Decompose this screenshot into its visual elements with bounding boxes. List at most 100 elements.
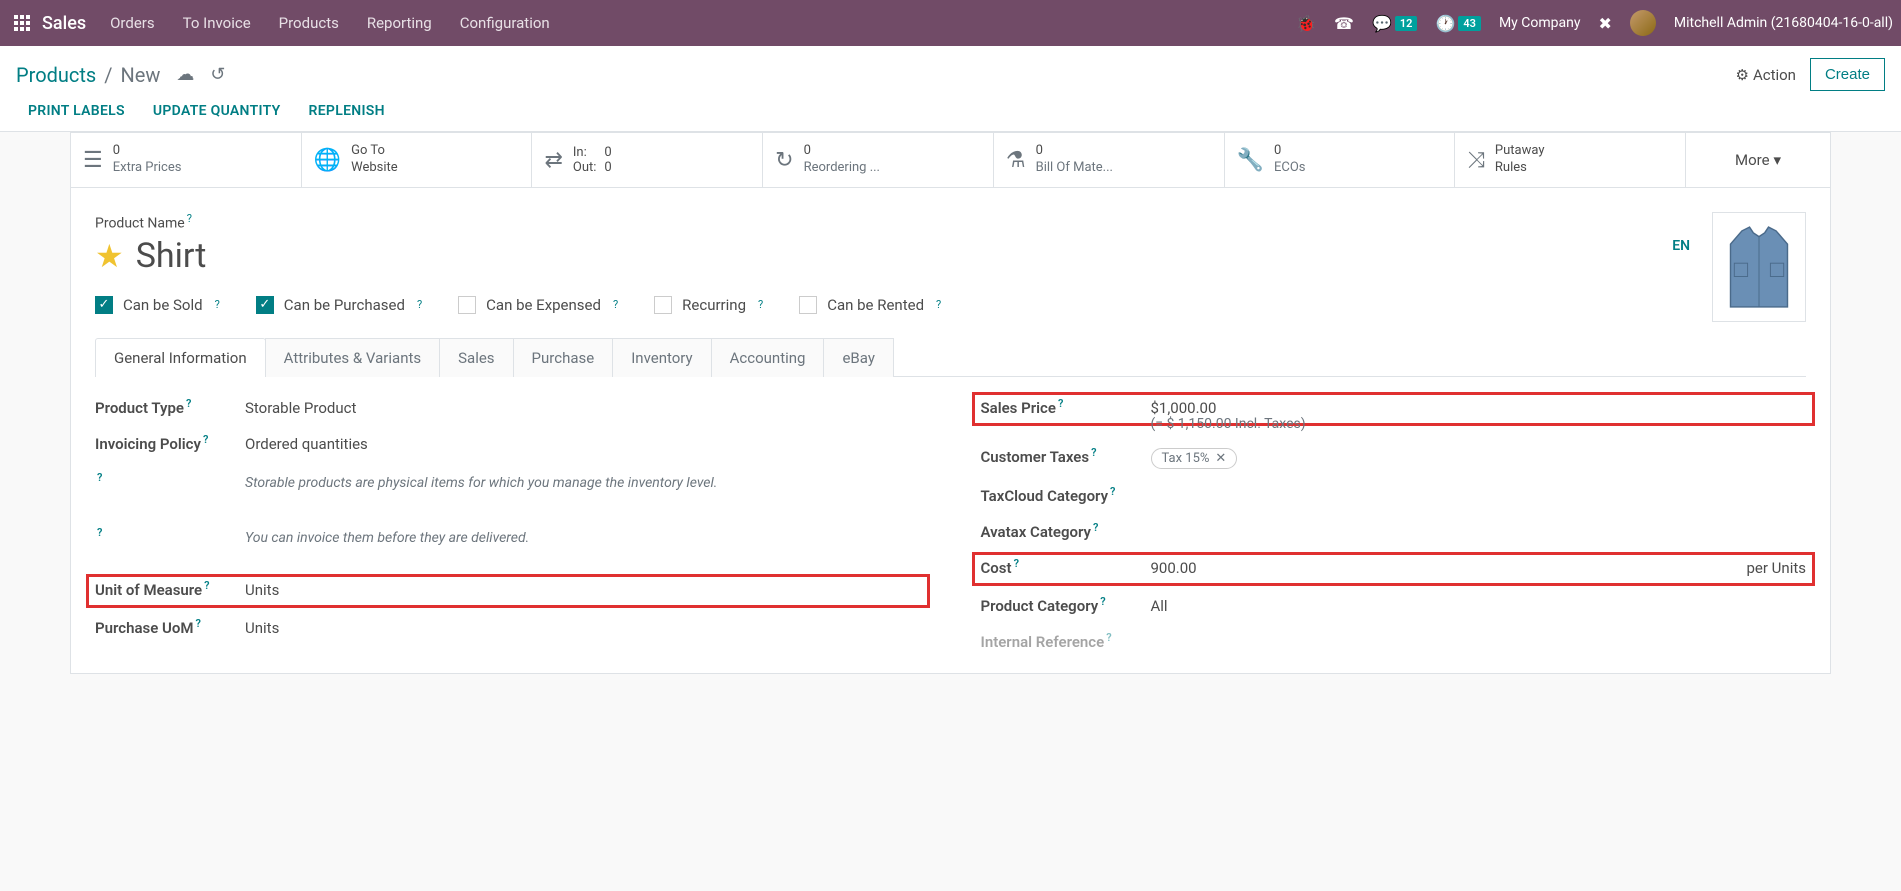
help-icon[interactable]: ? — [417, 298, 422, 311]
help-icon[interactable]: ? — [613, 298, 618, 311]
more-label: More — [1735, 151, 1770, 169]
help-icon[interactable]: ? — [1100, 595, 1105, 608]
opt-can-be-sold[interactable]: ✓Can be Sold? — [95, 296, 220, 314]
opt-can-be-rented[interactable]: Can be Rented? — [799, 296, 941, 314]
stat-reordering[interactable]: ↻ 0Reordering ... — [763, 133, 994, 187]
help-icon[interactable]: ? — [936, 298, 941, 311]
stat-inout[interactable]: ⇄ In:0 Out:0 — [532, 133, 763, 187]
cp-buttons: ⚙Action Create — [1735, 58, 1885, 91]
avatax-label: Avatax Category — [981, 523, 1092, 541]
print-labels-button[interactable]: PRINT LABELS — [28, 103, 125, 119]
nav-orders[interactable]: Orders — [110, 14, 155, 32]
stat-ecos[interactable]: 🔧 0ECOs — [1225, 133, 1456, 187]
tab-attributes-variants[interactable]: Attributes & Variants — [265, 338, 440, 377]
messages-indicator[interactable]: 💬12 — [1372, 14, 1418, 33]
help-icon[interactable]: ? — [215, 298, 220, 311]
stat-putaway[interactable]: ⤨ PutawayRules — [1455, 133, 1686, 187]
stat-extra-prices[interactable]: ☰ 0Extra Prices — [71, 133, 302, 187]
help-icon[interactable]: ? — [195, 617, 200, 630]
cost-value[interactable]: 900.00 — [1151, 559, 1677, 577]
topbar-right: 🐞 ☎ 💬12 🕐43 My Company ✖ Mitchell Admin … — [1296, 10, 1893, 36]
user-name[interactable]: Mitchell Admin (21680404-16-0-all) — [1674, 15, 1893, 31]
lang-badge[interactable]: EN — [1672, 238, 1690, 254]
product-image[interactable] — [1712, 212, 1806, 322]
action-button[interactable]: ⚙Action — [1735, 66, 1795, 84]
tab-accounting[interactable]: Accounting — [711, 338, 825, 377]
shirt-icon — [1721, 221, 1797, 313]
customer-taxes-value[interactable]: Tax 15%✕ — [1151, 448, 1807, 469]
bom-val: 0 — [1036, 143, 1113, 160]
avatar[interactable] — [1630, 10, 1656, 36]
help-icon[interactable]: ? — [186, 397, 191, 410]
help-icon[interactable]: ? — [1091, 446, 1096, 459]
field-invoicing-policy: Invoicing Policy? Ordered quantities — [95, 433, 921, 453]
update-quantity-button[interactable]: UPDATE QUANTITY — [153, 103, 281, 119]
more-button[interactable]: More▾ — [1686, 133, 1830, 187]
name-row: ★ Shirt — [95, 236, 1806, 276]
activities-indicator[interactable]: 🕐43 — [1435, 14, 1481, 33]
help-icon[interactable]: ? — [187, 212, 192, 225]
help-icon[interactable]: ? — [1110, 485, 1115, 498]
exchange-icon: ⇄ — [544, 148, 562, 173]
stat-website[interactable]: 🌐 Go ToWebsite — [302, 133, 533, 187]
gear-icon: ⚙ — [1735, 66, 1748, 84]
field-uom: Unit of Measure? Units — [95, 579, 921, 599]
breadcrumb-products[interactable]: Products — [16, 63, 96, 87]
nav-reporting[interactable]: Reporting — [367, 14, 432, 32]
form-sheet: Product Name? ★ Shirt EN ✓Can be Sold? ✓… — [70, 187, 1831, 674]
discard-icon[interactable]: ↺ — [210, 64, 225, 85]
help-icon[interactable]: ? — [204, 579, 209, 592]
tax-tag[interactable]: Tax 15%✕ — [1151, 448, 1238, 469]
replenish-button[interactable]: REPLENISH — [309, 103, 385, 119]
company-name[interactable]: My Company — [1499, 15, 1581, 31]
help-icon[interactable]: ? — [758, 298, 763, 311]
favorite-star-icon[interactable]: ★ — [95, 237, 124, 275]
nav-products[interactable]: Products — [279, 14, 339, 32]
invoicing-label: Invoicing Policy — [95, 435, 201, 453]
stat-bom[interactable]: ⚗ 0Bill Of Mate... — [994, 133, 1225, 187]
sales-price-label: Sales Price — [981, 399, 1056, 417]
tab-inventory[interactable]: Inventory — [612, 338, 711, 377]
product-type-value[interactable]: Storable Product — [245, 399, 921, 417]
msg-badge: 12 — [1395, 16, 1418, 31]
topbar: Sales Orders To Invoice Products Reporti… — [0, 0, 1901, 46]
create-button[interactable]: Create — [1810, 58, 1885, 91]
help-icon[interactable]: ? — [97, 471, 102, 484]
help-icon[interactable]: ? — [1014, 557, 1019, 570]
button-box: ☰ 0Extra Prices 🌐 Go ToWebsite ⇄ In:0 Ou… — [70, 132, 1831, 187]
close-icon[interactable]: ✕ — [1215, 451, 1226, 466]
nav-configuration[interactable]: Configuration — [460, 14, 550, 32]
invoicing-value[interactable]: Ordered quantities — [245, 435, 921, 453]
field-avatax: Avatax Category? — [981, 521, 1807, 541]
cloud-save-icon[interactable]: ☁ — [176, 64, 194, 85]
help-icon[interactable]: ? — [97, 526, 102, 539]
sales-price-value[interactable]: $1,000.00 — [1151, 399, 1807, 417]
tools-icon[interactable]: ✖ — [1598, 14, 1611, 33]
category-value[interactable]: All — [1151, 597, 1807, 615]
purchase-uom-value[interactable]: Units — [245, 619, 921, 637]
bug-icon[interactable]: 🐞 — [1296, 14, 1316, 33]
help-icon[interactable]: ? — [1093, 521, 1098, 534]
help-icon[interactable]: ? — [203, 433, 208, 446]
brand-label[interactable]: Sales — [42, 13, 86, 34]
nav-to-invoice[interactable]: To Invoice — [183, 14, 251, 32]
uom-value[interactable]: Units — [245, 581, 921, 599]
tab-general-information[interactable]: General Information — [95, 338, 266, 377]
opt-can-be-purchased[interactable]: ✓Can be Purchased? — [256, 296, 422, 314]
control-panel: Products / New ☁ ↺ ⚙Action Create PRINT … — [0, 46, 1901, 132]
help-icon[interactable]: ? — [1106, 631, 1111, 644]
in-label: In: — [573, 145, 587, 160]
tab-sales[interactable]: Sales — [439, 338, 513, 377]
support-icon[interactable]: ☎ — [1334, 14, 1354, 33]
opt-recurring-label: Recurring — [682, 296, 746, 314]
opt-recurring[interactable]: Recurring? — [654, 296, 763, 314]
tab-ebay[interactable]: eBay — [823, 338, 893, 377]
opt-can-be-expensed[interactable]: Can be Expensed? — [458, 296, 618, 314]
help-text-2: You can invoice them before they are del… — [245, 528, 529, 549]
chat-icon: 💬 — [1372, 14, 1392, 33]
out-label: Out: — [573, 160, 597, 175]
help-icon[interactable]: ? — [1058, 397, 1063, 410]
tab-purchase[interactable]: Purchase — [513, 338, 614, 377]
apps-icon[interactable] — [14, 15, 30, 31]
product-name-input[interactable]: Shirt — [136, 236, 207, 276]
